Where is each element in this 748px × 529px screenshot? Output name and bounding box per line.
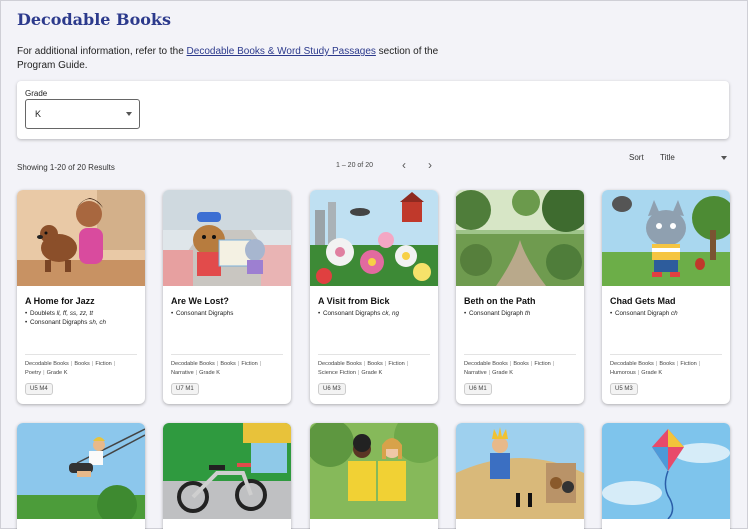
book-cover-image	[163, 423, 291, 519]
dropdown-caret-icon	[126, 112, 132, 116]
book-card[interactable]: Are We Lost? Consonant Digraphs Decodabl…	[163, 190, 291, 404]
book-title: Chad Gets Mad	[610, 296, 676, 306]
sort-label: Sort	[629, 153, 644, 162]
divider	[610, 354, 722, 355]
book-card[interactable]: A Visit from Bick Consonant Digraphs ck,…	[310, 190, 438, 404]
book-card[interactable]	[456, 423, 584, 529]
book-cover-image	[602, 190, 730, 286]
divider	[25, 354, 137, 355]
book-cover-image	[17, 423, 145, 519]
skill-item: Consonant Digraphs sh, ch	[25, 318, 141, 327]
unit-badge: U6 M3	[318, 383, 346, 395]
tag-list: Decodable Books | Books | Fiction | Science Fi…	[318, 361, 409, 376]
intro-prefix: For additional information, refer to the	[17, 46, 187, 57]
unit-badge: U5 M3	[610, 383, 638, 395]
book-cover-image	[310, 190, 438, 286]
intro-text: For additional information, refer to the…	[17, 45, 447, 73]
skill-list: Consonant Digraph ch	[610, 309, 726, 318]
book-title: Beth on the Path	[464, 296, 536, 306]
book-title: Are We Lost?	[171, 296, 229, 306]
unit-badge: U5 M4	[25, 383, 53, 395]
book-title: A Visit from Bick	[318, 296, 390, 306]
skill-list: Consonant Digraphs	[171, 309, 287, 318]
tag-list: Decodable Books | Books | Fiction | Poetry | Gra…	[25, 361, 116, 376]
book-card[interactable]: A Home for Jazz Doublets ll, ff, ss, zz,…	[17, 190, 145, 404]
grade-select-value: K	[35, 109, 42, 119]
skill-item: Doublets ll, ff, ss, zz, tt	[25, 309, 141, 318]
grade-select[interactable]: K	[25, 99, 140, 129]
unit-badge: U7 M1	[171, 383, 199, 395]
book-card[interactable]	[310, 423, 438, 529]
divider	[318, 354, 430, 355]
chevron-left-icon[interactable]: ‹	[397, 158, 411, 172]
dropdown-caret-icon	[721, 156, 727, 160]
sort-select[interactable]: Title	[657, 149, 731, 167]
tag-list: Decodable Books | Books | Fiction | Narrative |…	[464, 361, 555, 376]
skill-list: Consonant Digraphs ck, ng	[318, 309, 434, 318]
tag-list: Decodable Books | Books | Fiction | Narrative |…	[171, 361, 262, 376]
chevron-right-icon[interactable]: ›	[423, 158, 437, 172]
book-cover-image	[602, 423, 730, 519]
results-count: Showing 1-20 of 20 Results	[17, 163, 115, 172]
book-cover-image	[456, 190, 584, 286]
skill-list: Consonant Digraph th	[464, 309, 580, 318]
book-card[interactable]	[602, 423, 730, 529]
tag-list: Decodable Books | Books | Fiction | Humorous | G…	[610, 361, 701, 376]
program-guide-link[interactable]: Decodable Books & Word Study Passages	[187, 46, 376, 57]
skill-item: Consonant Digraphs	[171, 309, 287, 318]
divider	[171, 354, 283, 355]
book-card[interactable]: Beth on the Path Consonant Digraph th De…	[456, 190, 584, 404]
skill-list: Doublets ll, ff, ss, zz, tt Consonant Di…	[25, 309, 141, 327]
book-card[interactable]	[17, 423, 145, 529]
pagination-range: 1 – 20 of 20	[336, 162, 373, 169]
skill-item: Consonant Digraph th	[464, 309, 580, 318]
grade-label: Grade	[25, 89, 48, 98]
book-cover-image	[456, 423, 584, 519]
book-title: A Home for Jazz	[25, 296, 95, 306]
sort-select-value: Title	[660, 153, 675, 162]
book-card[interactable]: Chad Gets Mad Consonant Digraph ch Decod…	[602, 190, 730, 404]
filter-panel: Grade K	[17, 81, 729, 139]
book-cover-image	[17, 190, 145, 286]
skill-item: Consonant Digraph ch	[610, 309, 726, 318]
page-title: Decodable Books	[17, 10, 171, 29]
book-cover-image	[163, 190, 291, 286]
skill-item: Consonant Digraphs ck, ng	[318, 309, 434, 318]
unit-badge: U6 M1	[464, 383, 492, 395]
divider	[464, 354, 576, 355]
book-cover-image	[310, 423, 438, 519]
book-card[interactable]	[163, 423, 291, 529]
